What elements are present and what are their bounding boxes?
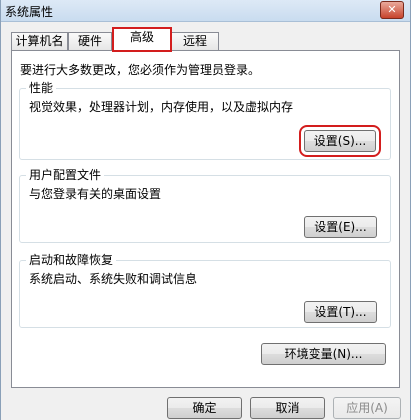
close-button[interactable]: ✕ xyxy=(380,1,404,19)
startup-recovery-title: 启动和故障恢复 xyxy=(26,252,117,268)
admin-notice: 要进行大多数更改，您必须作为管理员登录。 xyxy=(20,63,261,77)
ok-button[interactable]: 确定 xyxy=(167,397,242,419)
environment-variables-button[interactable]: 环境变量(N)... xyxy=(261,343,386,365)
tab-advanced[interactable]: 高级 xyxy=(112,27,172,52)
performance-title: 性能 xyxy=(26,80,57,96)
window-title: 系统属性 xyxy=(5,5,54,19)
cancel-button[interactable]: 取消 xyxy=(250,397,325,419)
user-profiles-settings-button[interactable]: 设置(E)... xyxy=(304,216,377,238)
title-bar[interactable]: 系统属性 ✕ xyxy=(1,0,410,22)
tab-remote[interactable]: 远程 xyxy=(171,32,219,50)
close-icon: ✕ xyxy=(387,3,397,16)
performance-description: 视觉效果，处理器计划，内存使用，以及虚拟内存 xyxy=(29,100,294,114)
user-profiles-title: 用户配置文件 xyxy=(26,167,105,183)
startup-recovery-settings-button[interactable]: 设置(T)... xyxy=(304,301,377,323)
performance-settings-button[interactable]: 设置(S)... xyxy=(299,125,381,157)
startup-recovery-description: 系统启动、系统失败和调试信息 xyxy=(29,272,198,286)
tab-hardware[interactable]: 硬件 xyxy=(68,32,112,50)
apply-button[interactable]: 应用(A) xyxy=(333,397,401,419)
system-properties-window: 系统属性 ✕ 计算机名 硬件 高级 远程 要进行大多数更改，您必须作为管理员登录… xyxy=(0,0,411,420)
user-profiles-description: 与您登录有关的桌面设置 xyxy=(29,187,162,201)
tab-computer-name[interactable]: 计算机名 xyxy=(11,32,68,50)
